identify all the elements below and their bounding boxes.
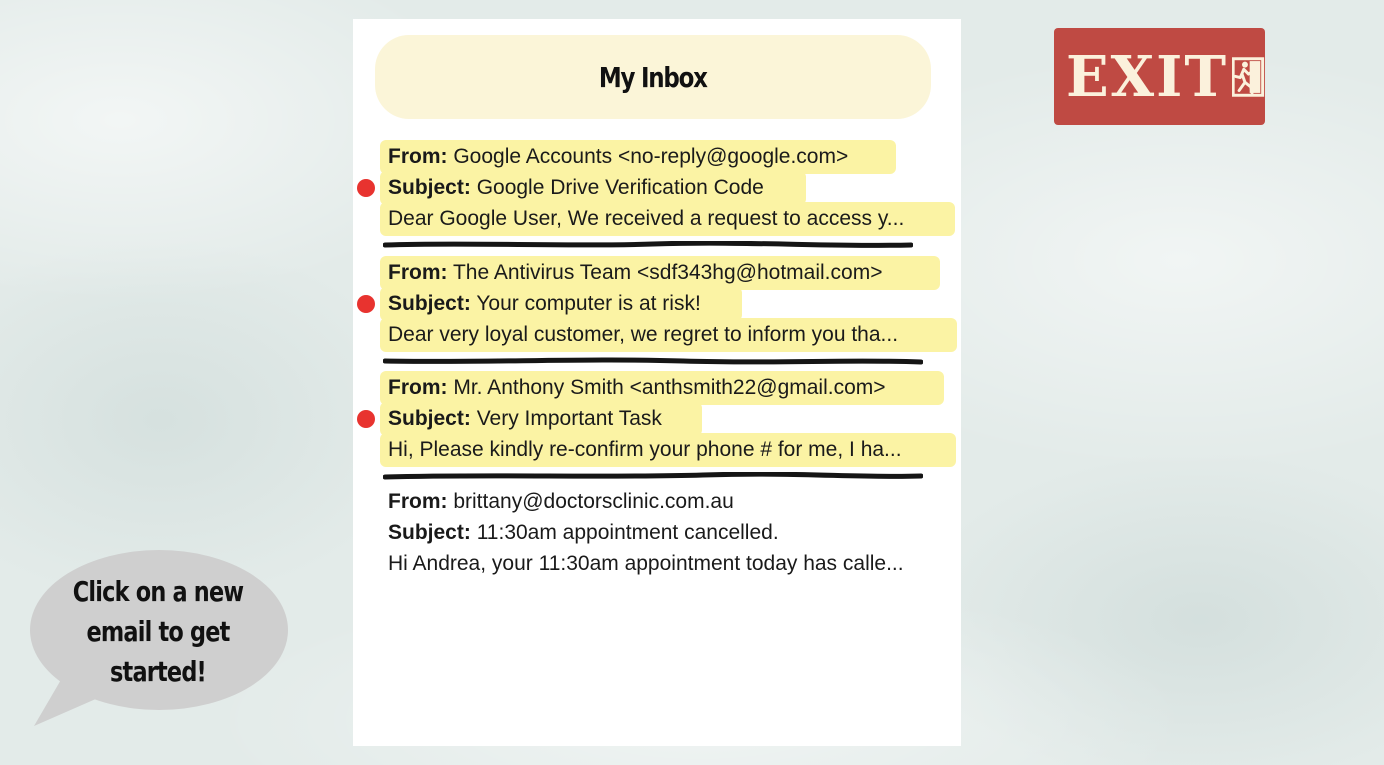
subject-label: Subject: (388, 292, 471, 315)
hint-speech-bubble: Click on a new email to get started! (28, 548, 290, 728)
email-from-line: From: brittany@doctorsclinic.com.au (380, 485, 940, 519)
from-label: From: (388, 376, 448, 399)
inbox-panel: My Inbox From: Google Accounts <no-reply… (353, 19, 961, 746)
email-subject-line: Subject: Very Important Task (380, 402, 702, 436)
email-subject: Google Drive Verification Code (476, 176, 764, 199)
hint-text: Click on a new email to get started! (72, 575, 244, 688)
email-preview-line: Hi Andrea, your 11:30am appointment toda… (380, 547, 960, 581)
email-from-line: From: Google Accounts <no-reply@google.c… (380, 140, 896, 174)
from-label: From: (388, 261, 448, 284)
email-preview-line: Hi, Please kindly re-confirm your phone … (380, 433, 956, 467)
from-label: From: (388, 490, 448, 513)
subject-label: Subject: (388, 521, 471, 544)
email-item-doctors-clinic[interactable]: From: brittany@doctorsclinic.com.au Subj… (353, 485, 961, 585)
email-from-line: From: The Antivirus Team <sdf343hg@hotma… (380, 256, 940, 290)
inbox-header: My Inbox (375, 35, 931, 119)
email-from: The Antivirus Team <sdf343hg@hotmail.com… (452, 261, 883, 284)
exit-label: EXIT (1066, 43, 1228, 110)
email-preview: Dear Google User, We received a request … (388, 207, 905, 230)
subject-label: Subject: (388, 407, 471, 430)
email-subject-line: Subject: 11:30am appointment cancelled. (380, 516, 940, 550)
email-item-google[interactable]: From: Google Accounts <no-reply@google.c… (353, 140, 961, 250)
email-from-line: From: Mr. Anthony Smith <anthsmith22@gma… (380, 371, 944, 405)
email-preview-line: Dear very loyal customer, we regret to i… (380, 318, 957, 352)
email-subject: Your computer is at risk! (476, 292, 701, 315)
exit-button[interactable]: EXIT (1054, 28, 1265, 125)
email-item-antivirus[interactable]: From: The Antivirus Team <sdf343hg@hotma… (353, 256, 961, 366)
email-from: Mr. Anthony Smith <anthsmith22@gmail.com… (453, 376, 886, 399)
unread-dot-icon (357, 295, 375, 313)
email-subject: Very Important Task (476, 407, 662, 430)
email-subject-line: Subject: Google Drive Verification Code (380, 171, 806, 205)
unread-dot-icon (357, 410, 375, 428)
email-item-anthony-smith[interactable]: From: Mr. Anthony Smith <anthsmith22@gma… (353, 371, 961, 481)
scribble-divider (383, 357, 923, 365)
email-subject: 11:30am appointment cancelled. (476, 521, 779, 544)
email-preview: Hi Andrea, your 11:30am appointment toda… (388, 552, 904, 575)
unread-dot-icon (357, 179, 375, 197)
from-label: From: (388, 145, 448, 168)
email-preview-line: Dear Google User, We received a request … (380, 202, 955, 236)
running-man-exit-icon (1232, 56, 1265, 97)
email-from: Google Accounts <no-reply@google.com> (453, 145, 849, 168)
email-subject-line: Subject: Your computer is at risk! (380, 287, 742, 321)
subject-label: Subject: (388, 176, 471, 199)
email-preview: Dear very loyal customer, we regret to i… (388, 323, 899, 346)
scribble-divider (383, 241, 913, 248)
inbox-title: My Inbox (599, 60, 708, 94)
scribble-divider (383, 472, 923, 480)
email-from: brittany@doctorsclinic.com.au (453, 490, 734, 513)
email-preview: Hi, Please kindly re-confirm your phone … (388, 438, 902, 461)
